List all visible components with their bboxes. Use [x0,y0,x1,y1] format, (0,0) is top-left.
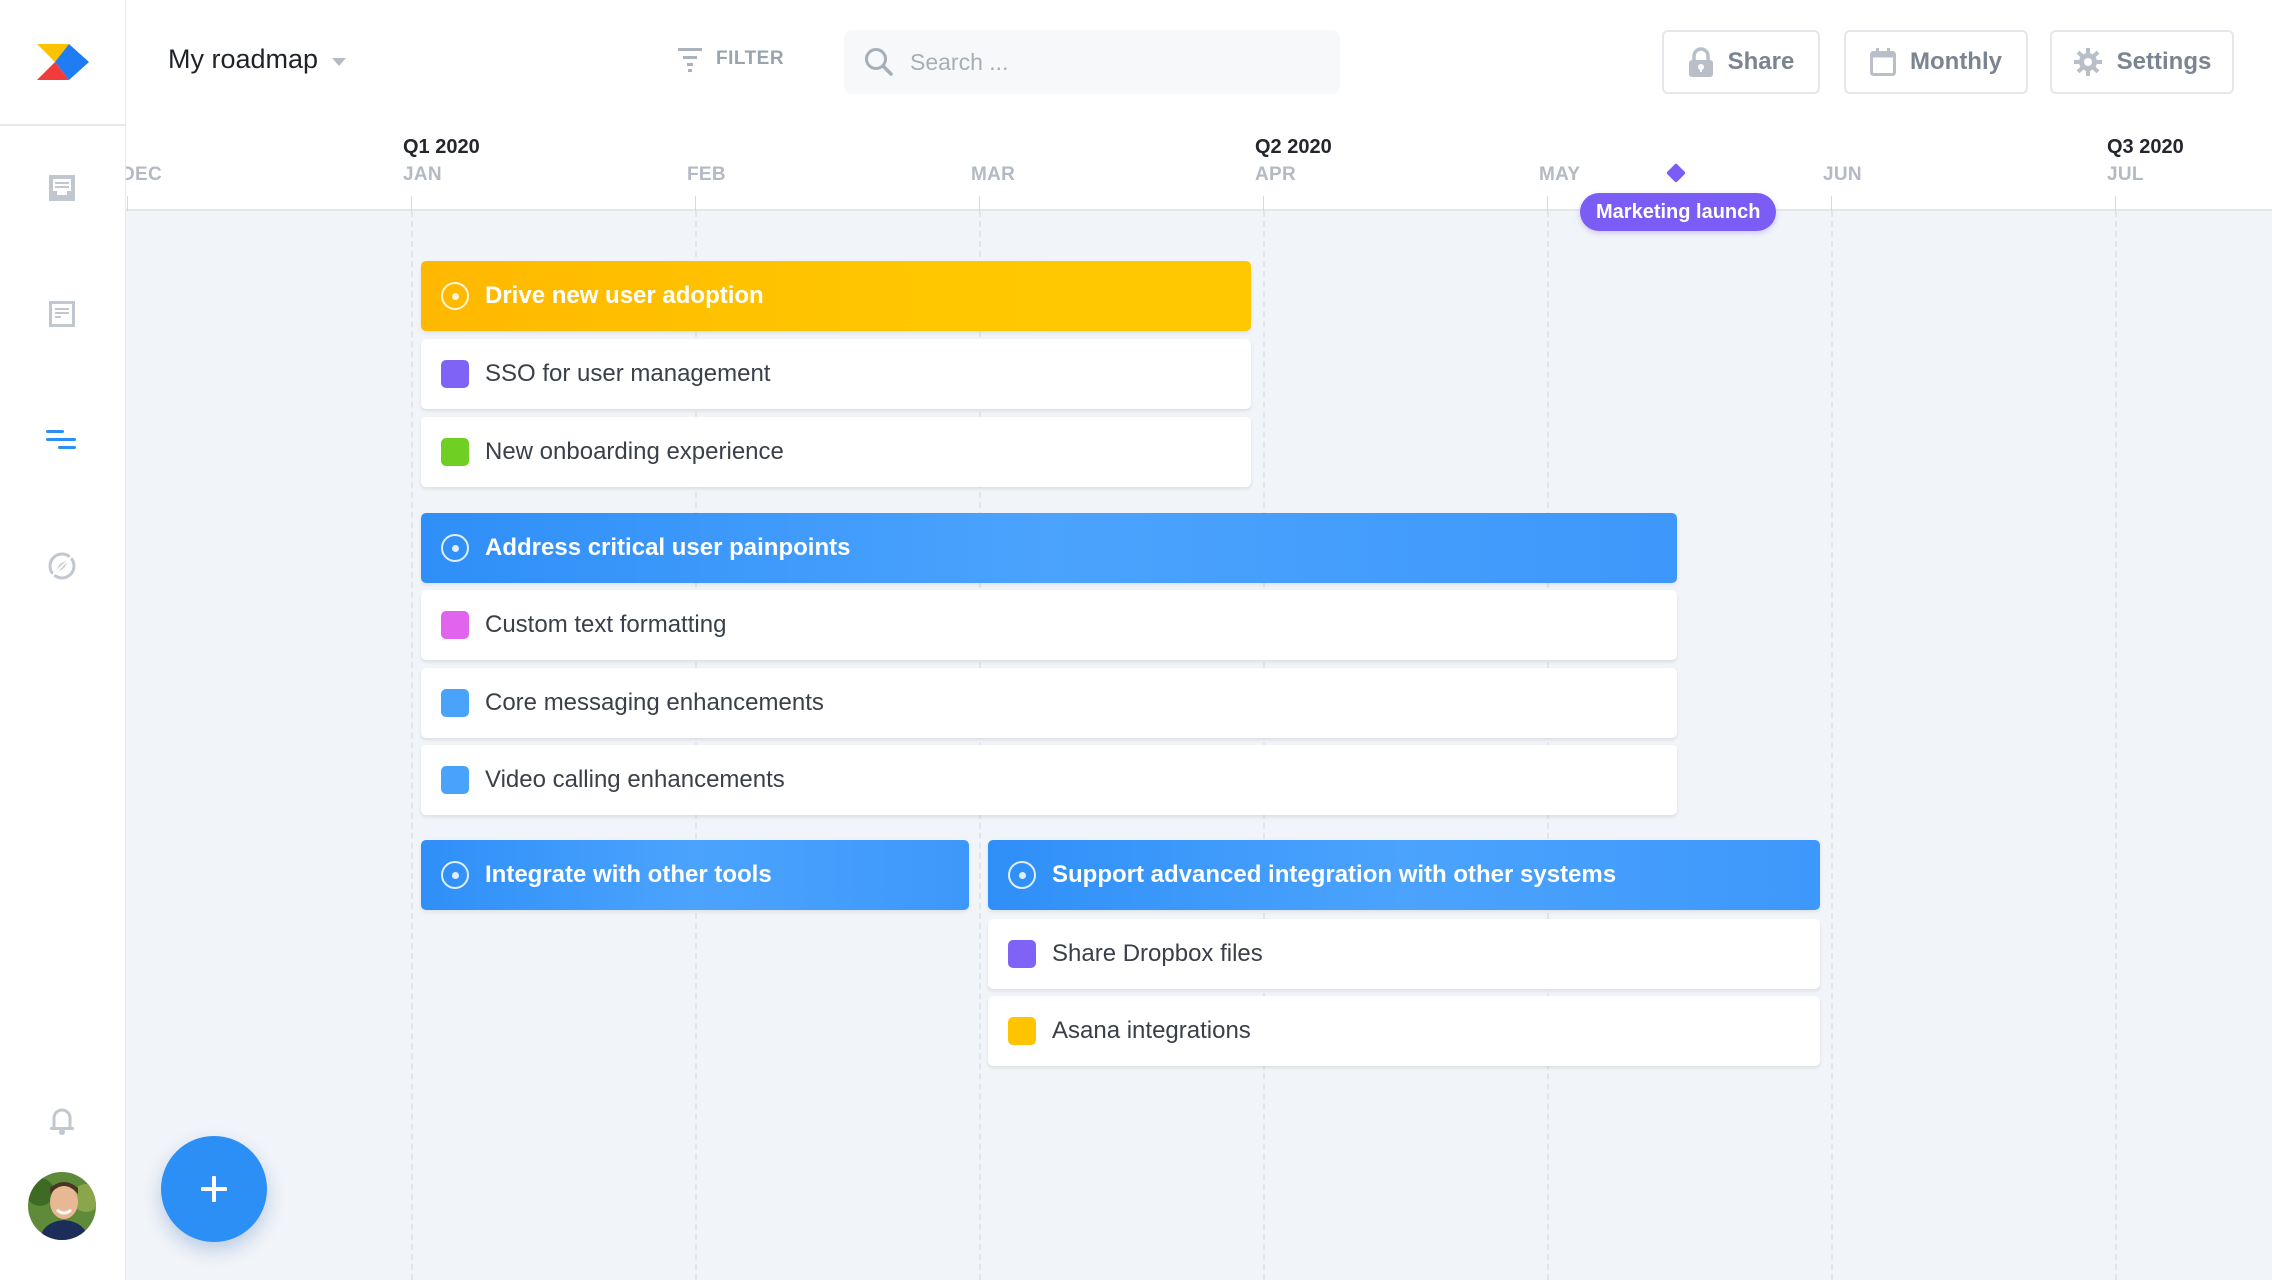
color-swatch-icon [441,360,469,388]
color-swatch-icon [441,611,469,639]
feature-card[interactable]: Share Dropbox files [988,919,1820,989]
plus-icon [201,1176,227,1202]
month-label: JUN [1823,164,1862,185]
goal-card[interactable]: Drive new user adoption [421,261,1251,331]
color-swatch-icon [441,689,469,717]
grid-line [411,211,413,1280]
color-swatch-icon [1008,940,1036,968]
filter-label: FILTER [716,48,785,69]
feature-title: Share Dropbox files [1052,940,1263,967]
settings-button[interactable]: Settings [2050,30,2234,94]
feature-title: Asana integrations [1052,1017,1251,1044]
roadmap-title: My roadmap [168,44,319,74]
filter-button[interactable]: FILTER [678,46,784,72]
add-button[interactable] [161,1136,267,1242]
share-button[interactable]: Share [1662,30,1820,94]
chevron-down-icon [332,57,347,66]
feature-title: Video calling enhancements [485,766,785,793]
goal-title: Drive new user adoption [485,282,764,309]
feature-title: Core messaging enhancements [485,689,824,716]
feature-card[interactable]: Custom text formatting [421,590,1677,660]
feature-card[interactable]: Video calling enhancements [421,745,1677,815]
target-icon [441,282,469,310]
bell-icon[interactable] [45,1104,79,1138]
month-label: APR [1255,164,1297,185]
month-tick [2115,196,2116,211]
goal-card[interactable]: Support advanced integration with other … [988,840,1820,910]
month-tick [979,196,980,211]
month-tick [1547,196,1548,211]
color-swatch-icon [441,766,469,794]
target-icon [441,861,469,889]
month-label: JUL [2107,164,2144,185]
search-icon [865,48,893,76]
logo-container[interactable] [0,0,126,126]
month-tick [695,196,696,211]
sidebar [0,0,126,1280]
milestone-marketing-launch[interactable]: Marketing launch [1580,193,1777,231]
document-icon[interactable] [45,297,79,331]
month-label: FEB [687,164,726,185]
inbox-icon[interactable] [45,171,79,205]
target-icon [441,534,469,562]
month-label: JAN [403,164,442,185]
share-label: Share [1727,48,1795,75]
color-swatch-icon [1008,1017,1036,1045]
quarter-label: Q3 2020 [2107,136,2184,158]
feature-title: SSO for user management [485,360,771,387]
goal-title: Support advanced integration with other … [1052,861,1617,888]
month-tick [1263,196,1264,211]
month-tick [1831,196,1832,211]
month-tick [127,196,128,211]
filter-icon [678,48,702,72]
app-root: My roadmap FILTER Share Monthly Settings… [0,0,2272,1280]
compass-icon[interactable] [45,549,79,583]
app-logo-icon [37,44,89,80]
feature-card[interactable]: New onboarding experience [421,417,1251,487]
gear-icon [2073,48,2102,76]
month-tick [411,196,412,211]
month-label: MAY [1539,164,1581,185]
target-icon [1008,861,1036,889]
quarter-label: Q2 2020 [1255,136,1332,158]
user-avatar[interactable] [28,1172,96,1240]
search-box[interactable] [844,30,1340,94]
feature-title: New onboarding experience [485,438,784,465]
view-mode-label: Monthly [1910,48,2002,75]
calendar-icon [1870,48,1896,76]
timeline-header: Q1 2020 Q2 2020 Q3 2020 DEC JAN FEB MAR … [121,126,2272,211]
quarter-label: Q1 2020 [403,136,480,158]
top-bar: My roadmap FILTER Share Monthly Settings [126,0,2272,126]
feature-title: Custom text formatting [485,611,727,638]
goal-card[interactable]: Address critical user painpoints [421,513,1677,583]
roadmap-icon[interactable] [45,423,79,457]
goal-card[interactable]: Integrate with other tools [421,840,969,910]
roadmap-selector[interactable]: My roadmap [168,44,347,75]
feature-card[interactable]: Asana integrations [988,996,1820,1066]
month-label: MAR [971,164,1016,185]
goal-title: Integrate with other tools [485,861,772,888]
lock-icon [1688,47,1713,77]
settings-label: Settings [2116,48,2212,75]
feature-card[interactable]: SSO for user management [421,339,1251,409]
search-input[interactable] [910,48,1310,76]
goal-title: Address critical user painpoints [485,534,851,561]
feature-card[interactable]: Core messaging enhancements [421,668,1677,738]
grid-line [1831,211,1833,1280]
grid-line [2115,211,2117,1280]
month-label: DEC [121,164,163,185]
view-mode-button[interactable]: Monthly [1844,30,2028,94]
color-swatch-icon [441,438,469,466]
